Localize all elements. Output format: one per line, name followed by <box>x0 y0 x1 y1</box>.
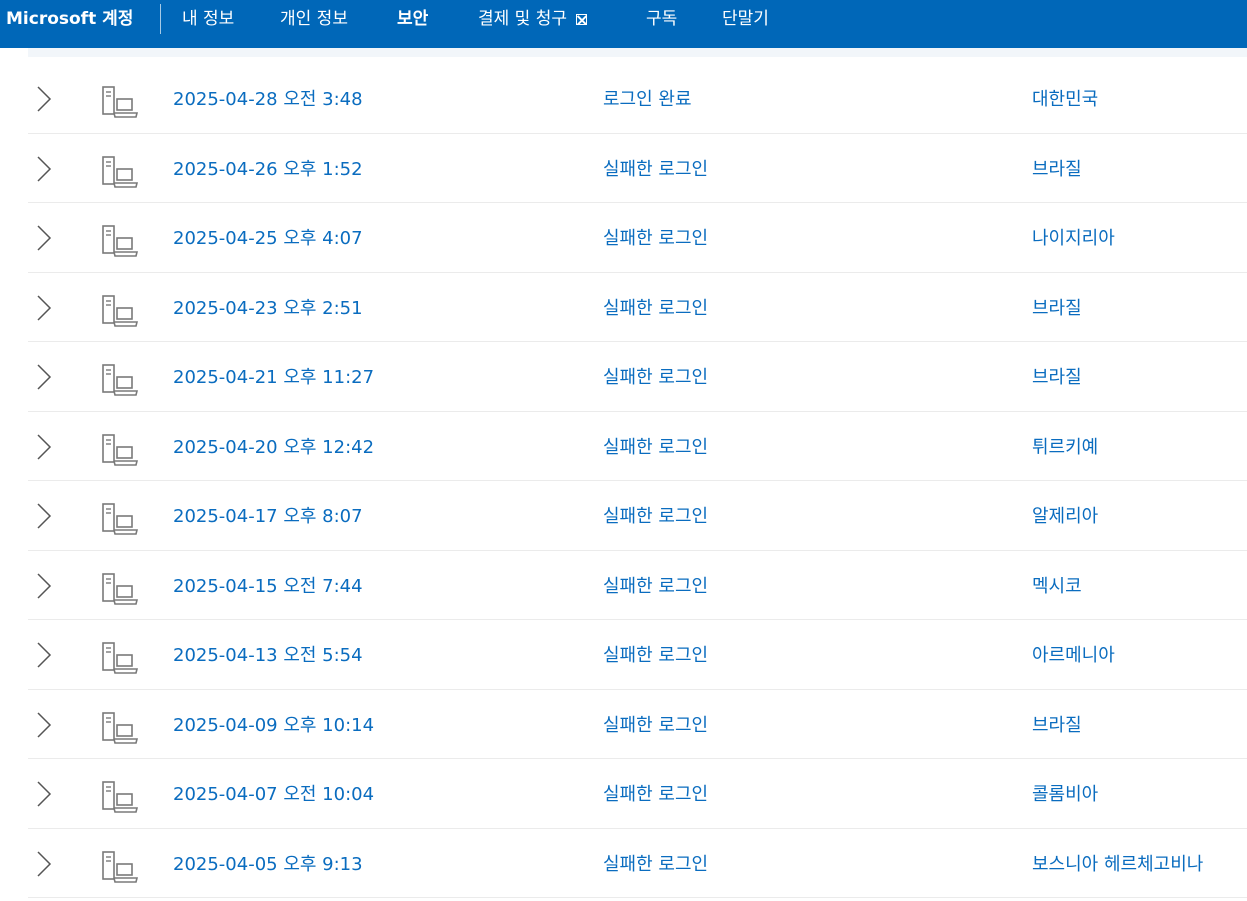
activity-location: 알제리아 <box>1032 506 1099 527</box>
activity-location: 튀르키예 <box>1032 436 1099 458</box>
activity-row[interactable]: 2025-04-26 오후 1:52 실패한 로그인 브라질 <box>28 134 1247 203</box>
external-link-icon <box>576 14 588 25</box>
activity-row[interactable]: 2025-04-05 오후 9:13 실패한 로그인 보스니아 헤르체고비나 <box>28 829 1247 898</box>
activity-location: 콜롬비아 <box>1032 784 1099 805</box>
activity-location: 브라질 <box>1032 367 1082 388</box>
section-top-strip <box>28 48 1247 57</box>
desktop-laptop-icon <box>102 572 138 605</box>
activity-status: 실패한 로그인 <box>603 784 709 805</box>
desktop-laptop-icon <box>102 225 138 257</box>
chevron-right-icon[interactable] <box>36 642 52 668</box>
desktop-laptop-icon <box>102 86 138 118</box>
brand-title[interactable]: Microsoft 계정 <box>6 0 133 38</box>
activity-location: 브라질 <box>1032 297 1082 319</box>
activity-location: 대한민국 <box>1032 89 1099 110</box>
activity-row[interactable]: 2025-04-09 오후 10:14 실패한 로그인 브라질 <box>28 690 1247 759</box>
activity-status: 실패한 로그인 <box>603 367 709 388</box>
activity-datetime: 2025-04-25 오후 4:07 <box>173 228 363 249</box>
activity-datetime: 2025-04-13 오전 5:54 <box>173 645 363 666</box>
activity-row[interactable]: 2025-04-20 오후 12:42 실패한 로그인 튀르키예 <box>28 412 1247 481</box>
desktop-laptop-icon <box>102 642 138 674</box>
activity-row[interactable]: 2025-04-07 오전 10:04 실패한 로그인 콜롬비아 <box>28 759 1247 829</box>
desktop-laptop-icon <box>102 433 138 466</box>
desktop-laptop-icon <box>102 711 138 744</box>
activity-status: 실패한 로그인 <box>603 297 709 319</box>
desktop-laptop-icon <box>102 364 138 396</box>
sign-in-activity-list: 2025-04-28 오전 3:48 로그인 완료 대한민국 2025-04-2… <box>28 64 1247 898</box>
chevron-right-icon[interactable] <box>36 86 52 112</box>
chevron-right-icon[interactable] <box>36 850 52 877</box>
desktop-laptop-icon <box>102 781 138 813</box>
activity-datetime: 2025-04-20 오후 12:42 <box>173 436 375 458</box>
activity-row[interactable]: 2025-04-23 오후 2:51 실패한 로그인 브라질 <box>28 273 1247 342</box>
desktop-laptop-icon <box>102 850 138 883</box>
desktop-laptop-icon <box>102 294 138 327</box>
chevron-right-icon[interactable] <box>36 572 52 599</box>
activity-row[interactable]: 2025-04-28 오전 3:48 로그인 완료 대한민국 <box>28 64 1247 134</box>
activity-location: 아르메니아 <box>1032 645 1115 666</box>
activity-row[interactable]: 2025-04-21 오후 11:27 실패한 로그인 브라질 <box>28 342 1247 412</box>
nav-my-info[interactable]: 내 정보 <box>182 0 234 38</box>
activity-status: 실패한 로그인 <box>603 158 709 180</box>
activity-status: 실패한 로그인 <box>603 436 709 458</box>
activity-datetime: 2025-04-28 오전 3:48 <box>173 89 363 110</box>
chevron-right-icon[interactable] <box>36 711 52 738</box>
brand-divider <box>160 4 161 34</box>
activity-datetime: 2025-04-07 오전 10:04 <box>173 784 375 805</box>
activity-status: 실패한 로그인 <box>603 506 709 527</box>
activity-status: 실패한 로그인 <box>603 575 709 597</box>
nav-payment-billing[interactable]: 결제 및 청구 <box>478 0 588 38</box>
activity-status: 실패한 로그인 <box>603 228 709 249</box>
activity-location: 보스니아 헤르체고비나 <box>1032 853 1204 875</box>
activity-row[interactable]: 2025-04-25 오후 4:07 실패한 로그인 나이지리아 <box>28 203 1247 273</box>
activity-status: 실패한 로그인 <box>603 853 709 875</box>
nav-privacy[interactable]: 개인 정보 <box>280 0 348 38</box>
activity-row[interactable]: 2025-04-17 오후 8:07 실패한 로그인 알제리아 <box>28 481 1247 551</box>
nav-devices[interactable]: 단말기 <box>722 0 769 38</box>
activity-location: 멕시코 <box>1032 575 1082 597</box>
activity-row[interactable]: 2025-04-15 오전 7:44 실패한 로그인 멕시코 <box>28 551 1247 620</box>
desktop-laptop-icon <box>102 503 138 535</box>
nav-security[interactable]: 보안 <box>397 0 428 38</box>
activity-datetime: 2025-04-17 오후 8:07 <box>173 506 363 527</box>
activity-datetime: 2025-04-15 오전 7:44 <box>173 575 363 597</box>
activity-status: 실패한 로그인 <box>603 714 709 736</box>
activity-location: 나이지리아 <box>1032 228 1115 249</box>
chevron-right-icon[interactable] <box>36 155 52 182</box>
activity-status: 로그인 완료 <box>603 89 692 110</box>
activity-location: 브라질 <box>1032 714 1082 736</box>
top-navigation-bar: Microsoft 계정 내 정보 개인 정보 보안 결제 및 청구 구독 단말… <box>0 0 1247 48</box>
nav-payment-billing-label: 결제 및 청구 <box>478 9 568 29</box>
activity-datetime: 2025-04-26 오후 1:52 <box>173 158 363 180</box>
activity-status: 실패한 로그인 <box>603 645 709 666</box>
activity-datetime: 2025-04-05 오후 9:13 <box>173 853 363 875</box>
chevron-right-icon[interactable] <box>36 781 52 807</box>
activity-datetime: 2025-04-21 오후 11:27 <box>173 367 375 388</box>
activity-datetime: 2025-04-23 오후 2:51 <box>173 297 363 319</box>
nav-subscriptions[interactable]: 구독 <box>646 0 677 38</box>
chevron-right-icon[interactable] <box>36 433 52 460</box>
chevron-right-icon[interactable] <box>36 294 52 321</box>
chevron-right-icon[interactable] <box>36 503 52 529</box>
activity-row[interactable]: 2025-04-13 오전 5:54 실패한 로그인 아르메니아 <box>28 620 1247 690</box>
desktop-laptop-icon <box>102 155 138 188</box>
chevron-right-icon[interactable] <box>36 225 52 251</box>
chevron-right-icon[interactable] <box>36 364 52 390</box>
activity-datetime: 2025-04-09 오후 10:14 <box>173 714 375 736</box>
activity-location: 브라질 <box>1032 158 1082 180</box>
